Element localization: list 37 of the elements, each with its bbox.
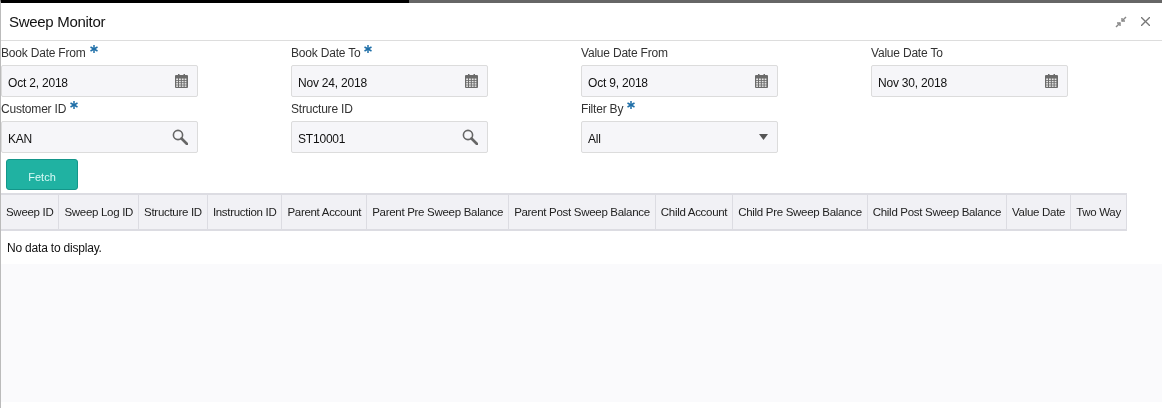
- column-header[interactable]: Child Pre Sweep Balance: [732, 194, 868, 230]
- column-header[interactable]: Value Date: [1006, 194, 1071, 230]
- dropdown-caret-icon[interactable]: [759, 134, 768, 140]
- input-field[interactable]: KAN: [1, 121, 198, 153]
- field-label: Structure ID: [291, 101, 353, 117]
- column-header[interactable]: Structure ID: [138, 194, 208, 230]
- field-label: Book Date From: [1, 45, 86, 61]
- calendar-icon[interactable]: [755, 74, 768, 88]
- search-icon[interactable]: [462, 129, 478, 145]
- search-icon[interactable]: [172, 129, 188, 145]
- column-header[interactable]: Parent Account: [281, 194, 367, 230]
- field-label: Value Date To: [871, 45, 943, 61]
- input-field[interactable]: ST10001: [291, 121, 488, 153]
- dropdown-field[interactable]: All: [581, 121, 778, 153]
- input-field[interactable]: Nov 24, 2018: [291, 65, 488, 97]
- field-label: Customer ID: [1, 101, 67, 117]
- calendar-icon[interactable]: [465, 74, 478, 88]
- input-field[interactable]: Nov 30, 2018: [871, 65, 1068, 97]
- column-header[interactable]: Instruction ID: [207, 194, 282, 230]
- calendar-icon[interactable]: [175, 74, 188, 88]
- input-field[interactable]: Oct 2, 2018: [1, 65, 198, 97]
- close-icon[interactable]: [1141, 17, 1150, 26]
- column-header[interactable]: Parent Post Sweep Balance: [508, 194, 656, 230]
- collapse-icon[interactable]: [1115, 15, 1127, 28]
- column-header[interactable]: Sweep ID: [1, 194, 59, 230]
- calendar-icon[interactable]: [1045, 74, 1058, 88]
- column-header[interactable]: Sweep Log ID: [58, 194, 139, 230]
- input-field[interactable]: Oct 9, 2018: [581, 65, 778, 97]
- column-header[interactable]: Child Post Sweep Balance: [867, 194, 1007, 230]
- field-label: Book Date To: [291, 45, 361, 61]
- column-header[interactable]: Two Way: [1070, 194, 1127, 230]
- field-label: Value Date From: [581, 45, 668, 61]
- column-header[interactable]: Parent Pre Sweep Balance: [366, 194, 509, 230]
- field-label: Filter By: [581, 101, 624, 117]
- column-header[interactable]: Child Account: [655, 194, 733, 230]
- empty-message: No data to display.: [7, 240, 102, 255]
- window-title: Sweep Monitor: [9, 13, 106, 30]
